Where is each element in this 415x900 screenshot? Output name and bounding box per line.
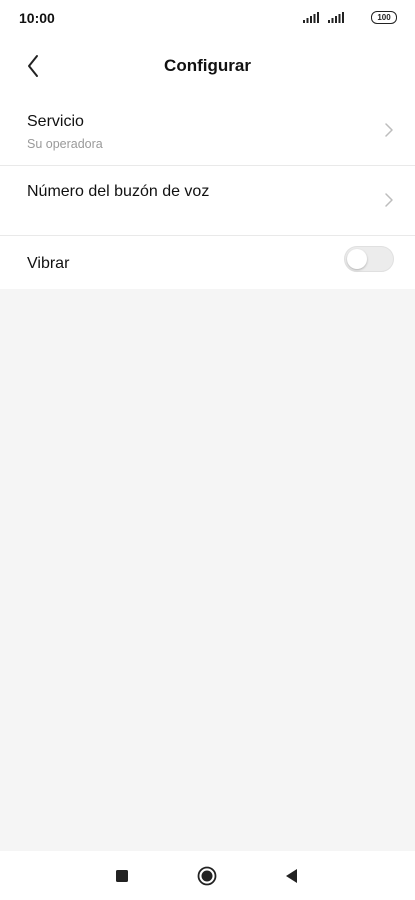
- status-bar: 10:00 100: [0, 0, 415, 36]
- home-button[interactable]: [197, 866, 217, 886]
- battery-icon: 100: [371, 11, 397, 24]
- signal-icon: [303, 12, 319, 23]
- service-label: Servicio: [27, 113, 84, 130]
- voicemail-number-row[interactable]: Número del buzón de voz: [0, 166, 415, 236]
- signal-icon: [328, 12, 344, 23]
- status-icons: 100: [303, 11, 397, 24]
- service-sublabel: Su operadora: [27, 137, 103, 151]
- home-circle-icon: [197, 866, 217, 886]
- chevron-right-icon: [385, 193, 393, 207]
- battery-level: 100: [377, 13, 391, 22]
- recents-button[interactable]: [112, 866, 132, 886]
- settings-list: Servicio Su operadora Número del buzón d…: [0, 96, 415, 290]
- empty-content-area: [0, 289, 415, 851]
- vibrate-label: Vibrar: [27, 255, 70, 272]
- chevron-right-icon: [385, 123, 393, 137]
- vibrate-toggle[interactable]: [344, 246, 394, 272]
- status-time: 10:00: [19, 10, 55, 26]
- service-row[interactable]: Servicio Su operadora: [0, 96, 415, 166]
- back-nav-button[interactable]: [282, 866, 302, 886]
- page-title: Configurar: [164, 56, 251, 75]
- voicemail-number-label: Número del buzón de voz: [27, 183, 210, 200]
- vibrate-row: Vibrar: [0, 236, 415, 290]
- back-triangle-icon: [286, 869, 297, 883]
- navigation-bar: [0, 851, 415, 900]
- toggle-knob: [347, 249, 367, 269]
- recents-square-icon: [116, 870, 128, 882]
- header: Configurar: [0, 36, 415, 96]
